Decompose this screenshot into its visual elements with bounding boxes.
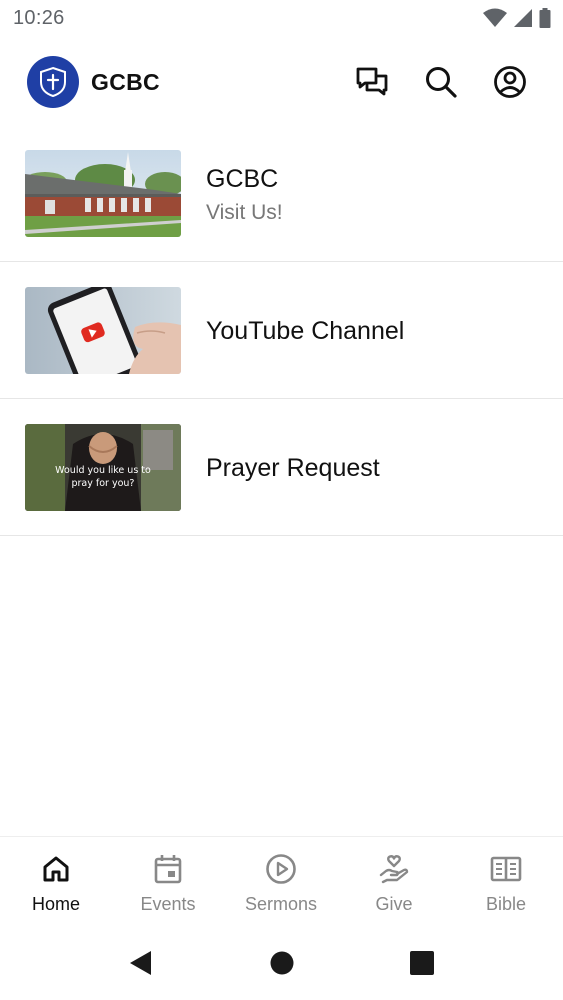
church-shield-logo[interactable] <box>27 56 79 108</box>
recents-square-icon <box>410 951 434 975</box>
list-item-title: Prayer Request <box>206 454 380 482</box>
status-icons <box>483 8 551 28</box>
list-item-youtube-channel[interactable]: YouTube Channel <box>0 262 563 399</box>
list-item-prayer-request[interactable]: Would you like us to pray for you? Praye… <box>0 399 563 536</box>
search-button[interactable] <box>423 64 459 100</box>
play-circle-icon <box>266 854 296 884</box>
battery-icon <box>539 8 551 28</box>
app-bar: GCBC <box>0 50 563 114</box>
church-building-photo <box>25 150 181 237</box>
cellular-signal-icon <box>514 9 532 27</box>
giving-hand-heart-icon <box>379 855 409 884</box>
nav-tab-sermons[interactable]: Sermons <box>225 837 337 927</box>
thumbnail-caption: Would you like us to pray for you? <box>55 465 151 489</box>
phone-youtube-photo <box>25 287 181 374</box>
system-recents-button[interactable] <box>407 948 437 978</box>
open-book-icon <box>490 856 522 882</box>
chat-icon <box>356 67 388 96</box>
nav-label: Bible <box>485 894 527 914</box>
status-time: 10:26 <box>13 7 65 29</box>
nav-tab-events[interactable]: Events <box>112 837 224 927</box>
status-bar: 10:26 <box>0 0 563 38</box>
nav-tab-give[interactable]: Give <box>338 837 450 927</box>
system-home-button[interactable] <box>267 948 297 978</box>
bottom-navigation: Home Events Sermons Give Bible <box>0 836 563 926</box>
nav-label: Events <box>140 894 196 914</box>
account-icon <box>494 66 526 98</box>
list-item-title: GCBC <box>206 165 279 193</box>
search-icon <box>426 67 457 98</box>
nav-label: Sermons <box>244 894 318 914</box>
system-navigation-bar <box>0 926 563 1000</box>
wifi-icon <box>483 8 507 27</box>
home-list: GCBC Visit Us! YouTube Channel Would you… <box>0 125 563 536</box>
praying-hands-photo: Would you like us to pray for you? <box>25 424 181 511</box>
home-circle-icon <box>270 951 294 975</box>
nav-tab-bible[interactable]: Bible <box>450 837 562 927</box>
list-item-title: YouTube Channel <box>206 317 405 345</box>
system-back-button[interactable] <box>125 948 155 978</box>
account-button[interactable] <box>492 64 528 100</box>
list-item-subtitle: Visit Us! <box>206 201 283 224</box>
nav-label: Home <box>31 894 80 914</box>
list-item-gcbc[interactable]: GCBC Visit Us! <box>0 125 563 262</box>
nav-tab-home[interactable]: Home <box>0 837 112 927</box>
nav-label: Give <box>375 894 413 914</box>
home-icon <box>43 856 69 882</box>
calendar-icon <box>154 855 182 884</box>
app-title: GCBC <box>91 69 160 95</box>
messages-button[interactable] <box>354 64 390 100</box>
back-icon <box>130 951 151 975</box>
